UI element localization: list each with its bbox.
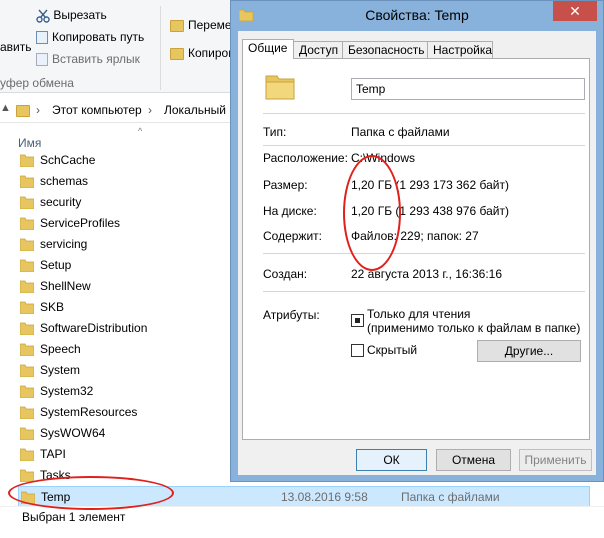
file-name: SysWOW64	[40, 426, 106, 440]
chevron-right-icon[interactable]: ›	[148, 103, 152, 117]
divider	[263, 113, 585, 114]
apply-button[interactable]: Применить	[519, 449, 592, 471]
copy-to-label: Копиров	[188, 46, 235, 60]
created-label: Создан:	[263, 267, 308, 281]
divider	[263, 145, 585, 146]
status-bar-text: Выбран 1 элемент	[22, 510, 126, 524]
hidden-checkbox[interactable]	[351, 344, 364, 357]
sort-arrow-icon[interactable]: ^	[138, 126, 142, 136]
folder-icon	[20, 301, 34, 314]
disk-size-label: На диске:	[263, 204, 317, 218]
breadcrumb-local-disk[interactable]: Локальный	[164, 103, 226, 117]
folder-icon	[20, 259, 34, 272]
divider	[263, 253, 585, 254]
move-to-label: Переме	[188, 18, 232, 32]
folder-icon	[20, 343, 34, 356]
type-label: Тип:	[263, 125, 287, 139]
folder-large-icon	[265, 75, 295, 100]
scissors-icon	[36, 9, 50, 23]
folder-icon	[20, 154, 34, 167]
folder-icon	[20, 238, 34, 251]
move-folder-icon	[170, 19, 184, 32]
hidden-label: Скрытый	[367, 343, 418, 357]
folder-icon	[20, 448, 34, 461]
folder-icon	[20, 385, 34, 398]
folder-icon	[20, 175, 34, 188]
attributes-label: Атрибуты:	[263, 308, 320, 322]
annotation-circle	[343, 155, 401, 271]
file-name: TAPI	[40, 447, 66, 461]
copy-path-label: Копировать путь	[52, 30, 145, 44]
other-attributes-button[interactable]: Другие...	[477, 340, 581, 362]
copy-path-button[interactable]: Копировать путь	[36, 30, 145, 45]
tab-security[interactable]: Безопасность	[342, 41, 428, 58]
file-date: 13.08.2016 9:58	[281, 490, 368, 504]
copy-to-button[interactable]: Копиров	[170, 46, 235, 60]
file-name: SystemResources	[40, 405, 138, 419]
dialog-client: Общие Доступ Безопасность Настройка Temp…	[238, 31, 596, 475]
dialog-titlebar[interactable]: Свойства: Temp ✕	[231, 1, 603, 31]
paste-button-label[interactable]: авить	[0, 40, 32, 54]
address-folder-icon	[16, 104, 30, 117]
breadcrumb-this-pc[interactable]: Этот компьютер	[52, 103, 142, 117]
folder-crumb-icon	[16, 103, 34, 117]
annotation-circle	[8, 476, 174, 510]
chevron-right-icon[interactable]: ›	[36, 103, 40, 117]
divider	[263, 291, 585, 292]
folder-icon	[20, 280, 34, 293]
file-name: ShellNew	[40, 279, 91, 293]
file-name: security	[40, 195, 82, 209]
readonly-checkbox[interactable]	[351, 314, 364, 327]
folder-icon	[20, 427, 34, 440]
folder-name-input[interactable]: Temp	[351, 78, 585, 100]
dialog-title: Свойства: Temp	[365, 7, 469, 23]
file-name: SchCache	[40, 153, 96, 167]
folder-icon	[20, 196, 34, 209]
location-label: Расположение:	[263, 151, 348, 165]
copy-path-icon	[36, 31, 48, 45]
ok-button[interactable]: ОК	[356, 449, 427, 471]
chevron-up-icon[interactable]: ▲	[0, 102, 11, 114]
tab-access[interactable]: Доступ	[293, 41, 343, 58]
tab-customize[interactable]: Настройка	[427, 41, 493, 58]
properties-dialog: Свойства: Temp ✕ Общие Доступ Безопаснос…	[230, 0, 604, 482]
file-type: Папка с файлами	[401, 490, 500, 504]
file-name: System	[40, 363, 81, 377]
paste-shortcut-button[interactable]: Вставить ярлык	[36, 52, 140, 67]
contains-label: Содержит:	[263, 229, 322, 243]
type-value: Папка с файлами	[351, 125, 450, 139]
ribbon-separator	[160, 6, 161, 90]
tab-general[interactable]: Общие	[242, 39, 294, 59]
file-name: schemas	[40, 174, 89, 188]
file-name: Speech	[40, 342, 81, 356]
shortcut-icon	[36, 53, 48, 67]
close-button[interactable]: ✕	[553, 1, 597, 21]
readonly-label: Только для чтения	[367, 307, 471, 321]
cut-button[interactable]: Вырезать	[36, 8, 107, 23]
readonly-note: (применимо только к файлам в папке)	[367, 321, 581, 335]
column-header-name[interactable]: Имя	[18, 136, 41, 150]
tab-panel-general: Temp Тип: Папка с файлами Расположение: …	[242, 58, 590, 440]
file-name: System32	[40, 384, 94, 398]
folder-icon	[20, 217, 34, 230]
cancel-button[interactable]: Отмена	[436, 449, 511, 471]
size-label: Размер:	[263, 178, 308, 192]
file-name: ServiceProfiles	[40, 216, 121, 230]
file-name: Setup	[40, 258, 72, 272]
move-to-button[interactable]: Переме	[170, 18, 232, 32]
cut-label: Вырезать	[53, 8, 107, 22]
folder-icon	[20, 364, 34, 377]
copy-folder-icon	[170, 47, 184, 60]
file-name: SoftwareDistribution	[40, 321, 148, 335]
folder-icon	[20, 406, 34, 419]
paste-shortcut-label: Вставить ярлык	[52, 52, 140, 66]
file-name: servicing	[40, 237, 88, 251]
file-name: SKB	[40, 300, 65, 314]
folder-icon	[20, 322, 34, 335]
clipboard-group-label: уфер обмена	[0, 76, 74, 90]
